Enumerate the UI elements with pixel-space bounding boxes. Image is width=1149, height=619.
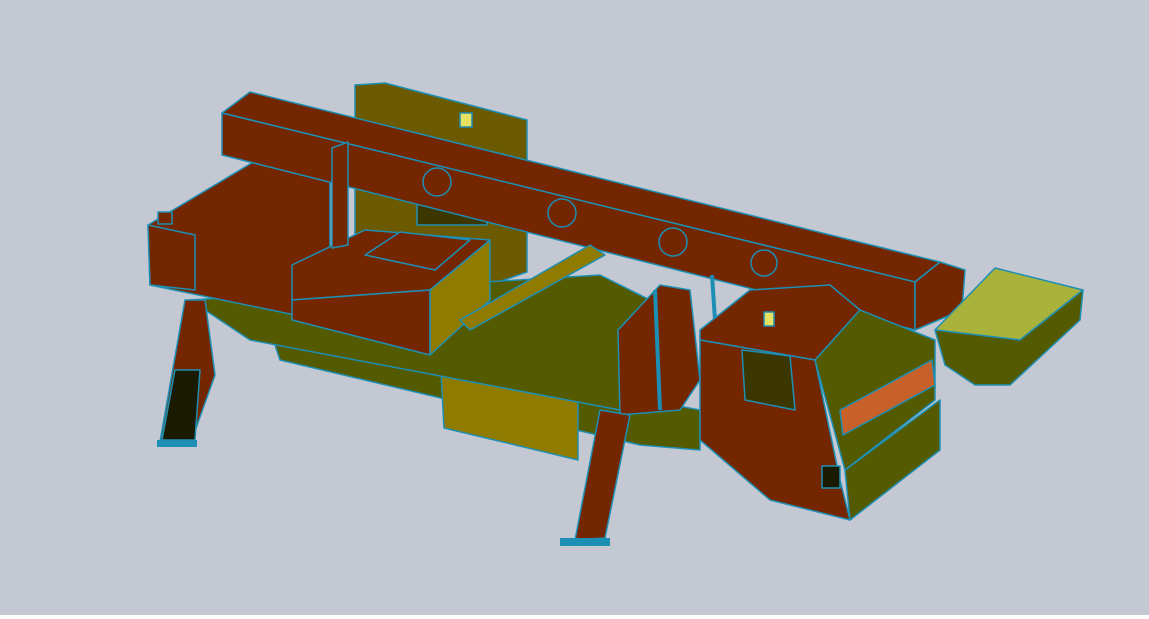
headlight [821,465,841,489]
rear-outrigger-pad [157,440,197,447]
boom-post [331,141,349,249]
boom-hole [658,227,688,257]
boom-hole [422,167,452,197]
cad-viewport[interactable] [0,0,1149,615]
rear-body-cap [157,211,173,225]
front-outrigger-pad [560,538,610,546]
boom-hole [547,198,577,228]
boom-hole [750,249,778,277]
truck-crane-model [0,0,1149,615]
rear-body-end [147,224,196,291]
cab-roof-beacon [763,311,775,327]
rear-box-cap [459,112,473,128]
cab-window [741,349,796,411]
